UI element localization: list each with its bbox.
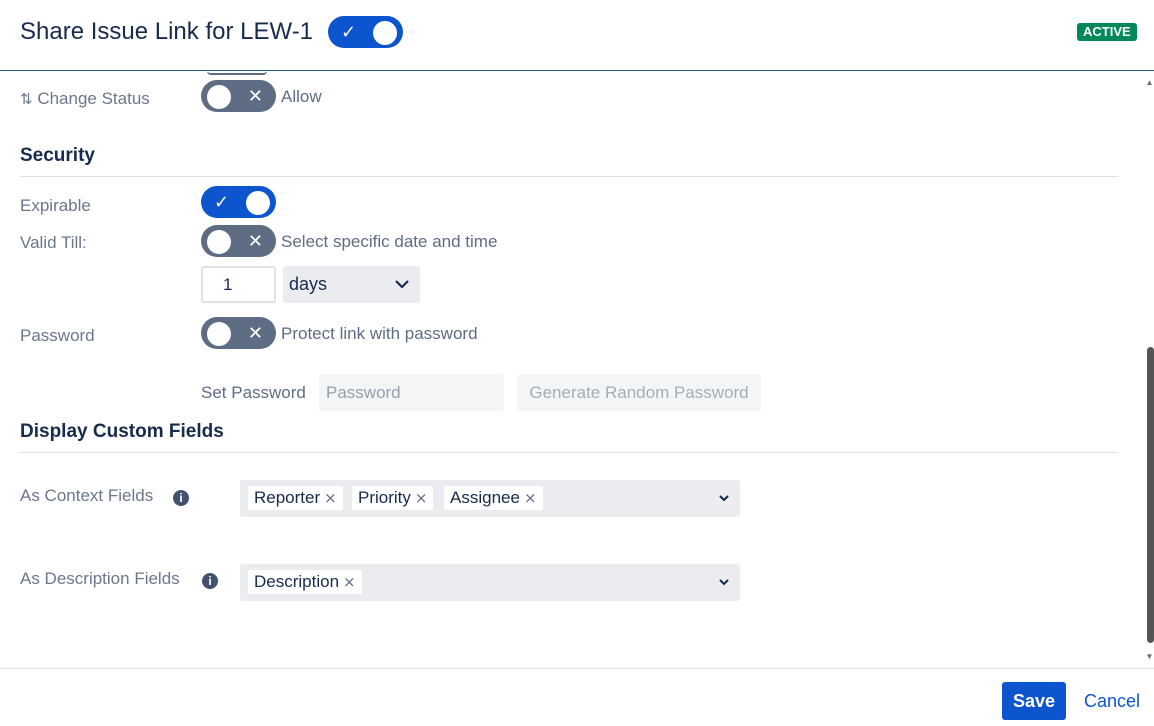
expiry-unit-select[interactable]: days	[283, 266, 420, 303]
modal-footer	[0, 668, 1154, 726]
close-icon: ✕	[247, 86, 263, 107]
chip-label: Priority	[358, 488, 411, 507]
scroll-up-arrow[interactable]: ▲	[1145, 78, 1154, 88]
modal-header: Share Issue Link for LEW-1 ✓ ACTIVE	[0, 0, 1154, 71]
change-status-row: ⇅ Change Status	[20, 89, 150, 109]
expiry-amount-input[interactable]	[201, 266, 276, 303]
chevron-down-icon[interactable]	[718, 573, 730, 597]
change-status-label: Change Status	[37, 89, 150, 108]
password-input[interactable]	[319, 374, 504, 411]
password-toggle[interactable]: ✕	[201, 317, 276, 349]
description-fields-label: As Description Fields	[20, 569, 180, 588]
context-fields-select[interactable]: Reporter × Priority × Assignee ×	[240, 480, 740, 517]
valid-till-label: Valid Till:	[20, 233, 87, 252]
specific-date-text: Select specific date and time	[281, 232, 498, 251]
cancel-button[interactable]: Cancel	[1084, 691, 1140, 712]
previous-toggle-edge	[207, 71, 267, 75]
sort-icon: ⇅	[20, 90, 33, 108]
change-status-toggle[interactable]: ✕	[201, 80, 276, 112]
toggle-knob	[246, 191, 270, 215]
chevron-down-icon[interactable]	[718, 489, 730, 513]
expirable-toggle[interactable]: ✓	[201, 186, 276, 218]
chip-label: Reporter	[254, 488, 321, 507]
toggle-knob	[207, 85, 231, 109]
protect-password-text: Protect link with password	[281, 324, 478, 343]
chip-label: Assignee	[450, 488, 520, 507]
remove-icon[interactable]: ×	[415, 489, 428, 507]
link-active-toggle[interactable]: ✓	[328, 16, 403, 48]
toggle-knob	[207, 322, 231, 346]
chip-priority: Priority ×	[352, 486, 434, 510]
generate-password-button[interactable]: Generate Random Password	[517, 374, 761, 411]
expirable-label: Expirable	[20, 196, 91, 215]
change-status-allow-text: Allow	[281, 87, 322, 106]
check-icon: ✓	[341, 22, 357, 43]
set-password-label: Set Password	[201, 383, 306, 402]
remove-icon[interactable]: ×	[524, 489, 537, 507]
custom-fields-heading: Display Custom Fields	[20, 421, 224, 442]
scrollbar-thumb[interactable]	[1147, 347, 1154, 643]
description-fields-select[interactable]: Description ×	[240, 564, 740, 601]
specific-date-toggle[interactable]: ✕	[201, 225, 276, 257]
chip-description: Description ×	[248, 570, 362, 594]
status-badge: ACTIVE	[1077, 23, 1137, 41]
page-title: Share Issue Link for LEW-1	[20, 18, 314, 45]
save-button[interactable]: Save	[1002, 682, 1066, 720]
toggle-knob	[207, 230, 231, 254]
remove-icon[interactable]: ×	[343, 573, 356, 591]
chevron-down-icon	[394, 266, 410, 317]
chip-assignee: Assignee ×	[444, 486, 543, 510]
info-icon[interactable]: i	[202, 573, 218, 589]
toggle-knob	[373, 21, 397, 45]
close-icon: ✕	[247, 323, 263, 344]
scroll-down-arrow[interactable]: ▼	[1145, 652, 1154, 662]
remove-icon[interactable]: ×	[324, 489, 337, 507]
context-fields-label: As Context Fields	[20, 486, 154, 505]
info-icon[interactable]: i	[173, 490, 189, 506]
expiry-unit-value: days	[289, 274, 328, 294]
chip-reporter: Reporter ×	[248, 486, 343, 510]
close-icon: ✕	[247, 231, 263, 252]
custom-fields-divider	[20, 452, 1118, 453]
security-heading: Security	[20, 145, 95, 166]
password-label: Password	[20, 326, 95, 345]
security-divider	[20, 176, 1118, 177]
chip-label: Description	[254, 572, 340, 591]
check-icon: ✓	[214, 192, 230, 213]
